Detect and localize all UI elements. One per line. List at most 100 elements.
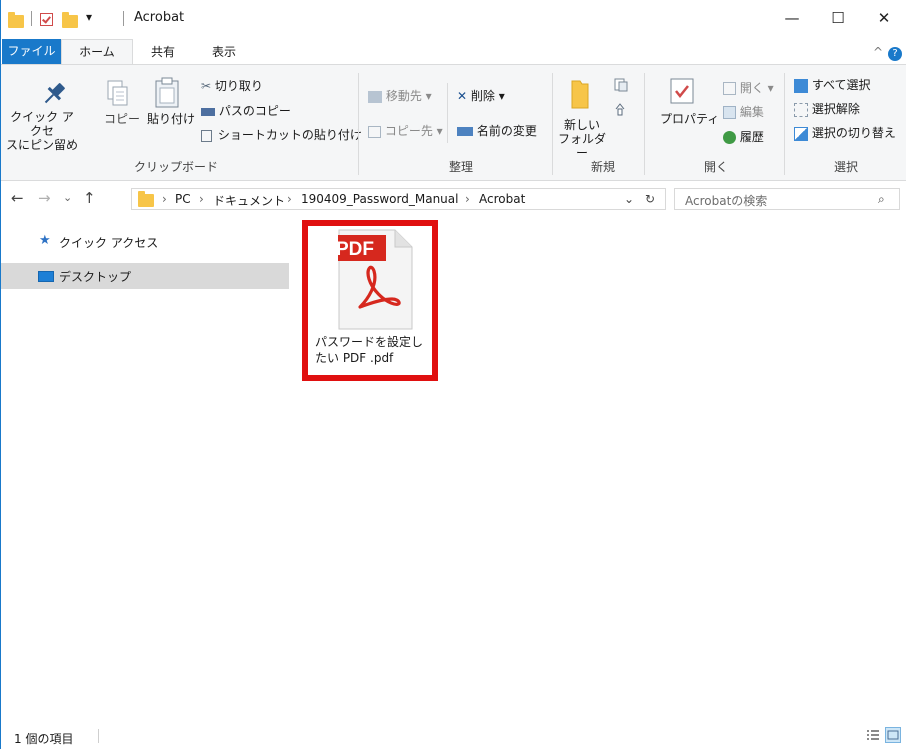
- title-bar: ▾ Acrobat — ☐ ✕: [1, 0, 906, 38]
- breadcrumb-manual-folder[interactable]: 190409_Password_Manual: [301, 192, 458, 206]
- details-view-icon[interactable]: [865, 727, 881, 743]
- organize-group-label: 整理: [448, 160, 473, 174]
- copy-to-icon: [368, 125, 381, 138]
- history-label: 履歴: [739, 130, 764, 144]
- pdf-badge-label: PDF: [338, 239, 374, 260]
- edit-button[interactable]: 編集: [723, 103, 764, 120]
- file-name-line1: パスワードを設定し: [315, 335, 424, 349]
- maximize-button[interactable]: ☐: [815, 0, 861, 38]
- ribbon: クイック アクセ スにピン留め コピー 貼り付け ✂ 切り取り パスのコピー シ…: [1, 64, 906, 181]
- nav-item-label: デスクトップ: [59, 270, 132, 284]
- rename-button[interactable]: 名前の変更: [457, 122, 537, 139]
- back-arrow-icon[interactable]: ←: [11, 189, 24, 207]
- pin-label-line2: スにピン留め: [5, 138, 78, 152]
- select-all-label: すべて選択: [811, 78, 871, 92]
- nav-item-desktop[interactable]: デスクトップ: [1, 263, 289, 289]
- copy-icon: [107, 80, 128, 106]
- status-divider: [98, 729, 99, 743]
- move-to-button[interactable]: 移動先 ▾: [368, 87, 432, 104]
- move-to-icon: [368, 90, 382, 103]
- quick-access-dropdown-icon[interactable]: ▾: [86, 10, 92, 30]
- star-icon: ★: [39, 233, 51, 248]
- paste-button[interactable]: 貼り付け: [147, 110, 195, 127]
- properties-button[interactable]: プロパティ: [660, 110, 719, 127]
- properties-icon: [670, 78, 694, 104]
- new-folder-label-line1: 新しい: [563, 118, 600, 132]
- tab-share[interactable]: 共有: [151, 42, 175, 64]
- nav-item-quick-access[interactable]: ★ クイック アクセス: [1, 229, 289, 255]
- select-group-label: 選択: [833, 160, 858, 174]
- copy-to-button[interactable]: コピー先 ▾: [368, 122, 443, 139]
- cut-button[interactable]: ✂ 切り取り: [201, 77, 263, 94]
- breadcrumb-documents[interactable]: ドキュメント: [213, 192, 285, 209]
- address-bar[interactable]: › PC › ドキュメント › 190409_Password_Manual ›…: [131, 188, 666, 210]
- close-button[interactable]: ✕: [861, 0, 906, 38]
- open-group-label: 開く: [703, 160, 728, 174]
- breadcrumb-acrobat[interactable]: Acrobat: [479, 192, 525, 206]
- organize-divider: [447, 83, 448, 143]
- select-all-icon: [794, 78, 808, 93]
- window-title: Acrobat: [134, 10, 185, 25]
- search-icon[interactable]: ⌕: [878, 192, 885, 207]
- file-name[interactable]: パスワードを設定し たい PDF .pdf: [315, 334, 425, 366]
- paste-shortcut-button[interactable]: ショートカットの貼り付け: [201, 126, 362, 143]
- new-folder-button[interactable]: 新しい フォルダー: [557, 118, 607, 160]
- copy-path-button[interactable]: パスのコピー: [201, 102, 291, 119]
- crumb-separator[interactable]: ›: [199, 192, 204, 206]
- invert-selection-button[interactable]: 選択の切り替え: [794, 124, 896, 141]
- group-separator: [552, 73, 553, 175]
- invert-selection-label: 選択の切り替え: [811, 126, 896, 140]
- copy-button[interactable]: コピー: [104, 110, 140, 127]
- address-bar-row: ← → ⌄ ↑ › PC › ドキュメント › 190409_Password_…: [1, 181, 906, 217]
- new-folder-quick-icon[interactable]: [62, 12, 78, 28]
- pin-quick-access-button[interactable]: クイック アクセ スにピン留め: [5, 110, 79, 152]
- delete-label: 削除: [470, 89, 495, 103]
- select-none-button[interactable]: 選択解除: [794, 100, 860, 117]
- select-all-button[interactable]: すべて選択: [794, 76, 871, 93]
- desktop-icon: [38, 271, 54, 282]
- properties-quick-icon[interactable]: [40, 13, 53, 26]
- edit-label: 編集: [739, 105, 764, 119]
- up-arrow-icon[interactable]: ↑: [83, 189, 96, 207]
- copy-to-label: コピー先: [384, 124, 433, 138]
- refresh-icon[interactable]: ↻: [645, 192, 655, 206]
- breadcrumb-pc[interactable]: PC: [175, 192, 191, 206]
- open-button[interactable]: 開く ▾: [723, 79, 774, 96]
- move-to-label: 移動先: [385, 89, 422, 103]
- delete-x-icon: ✕: [457, 89, 468, 103]
- explorer-window: ▾ Acrobat — ☐ ✕ ファイル ホーム 共有 表示 ^ ? クイック …: [0, 0, 906, 749]
- tab-file[interactable]: ファイル: [2, 39, 61, 64]
- clipboard-group-label: クリップボード: [133, 160, 218, 174]
- pdf-file-icon[interactable]: PDF: [338, 229, 413, 330]
- open-label: 開く: [739, 81, 764, 95]
- search-box[interactable]: Acrobatの検索 ⌕: [674, 188, 900, 210]
- tab-view[interactable]: 表示: [212, 42, 236, 64]
- paste-icon: [155, 77, 179, 108]
- collapse-ribbon-icon[interactable]: ^: [873, 42, 883, 64]
- tab-home[interactable]: ホーム: [61, 39, 133, 64]
- delete-button[interactable]: ✕ 削除 ▾: [457, 87, 505, 104]
- qa-separator: [31, 11, 32, 26]
- forward-arrow-icon[interactable]: →: [38, 189, 51, 207]
- minimize-button[interactable]: —: [769, 0, 815, 38]
- new-item-icon[interactable]: [613, 77, 629, 93]
- paste-shortcut-icon: [201, 129, 212, 142]
- large-icons-view-icon[interactable]: [885, 727, 901, 743]
- copy-path-label: パスのコピー: [218, 104, 291, 118]
- paste-shortcut-label: ショートカットの貼り付け: [217, 128, 362, 142]
- select-none-label: 選択解除: [811, 102, 860, 116]
- recent-locations-chevron-icon[interactable]: ⌄: [63, 191, 72, 204]
- easy-access-icon[interactable]: [613, 101, 629, 117]
- item-count: 1 個の項目: [14, 732, 74, 746]
- search-placeholder: Acrobatの検索: [685, 194, 768, 208]
- pin-icon: [44, 83, 65, 104]
- help-icon[interactable]: ?: [888, 47, 902, 61]
- address-history-chevron-icon[interactable]: ⌄: [624, 192, 634, 206]
- open-icon: [723, 82, 736, 95]
- crumb-separator[interactable]: ›: [465, 192, 470, 206]
- crumb-separator[interactable]: ›: [162, 192, 167, 206]
- group-separator: [644, 73, 645, 175]
- crumb-separator[interactable]: ›: [287, 192, 292, 206]
- invert-selection-icon: [794, 126, 808, 141]
- history-button[interactable]: 履歴: [723, 128, 764, 145]
